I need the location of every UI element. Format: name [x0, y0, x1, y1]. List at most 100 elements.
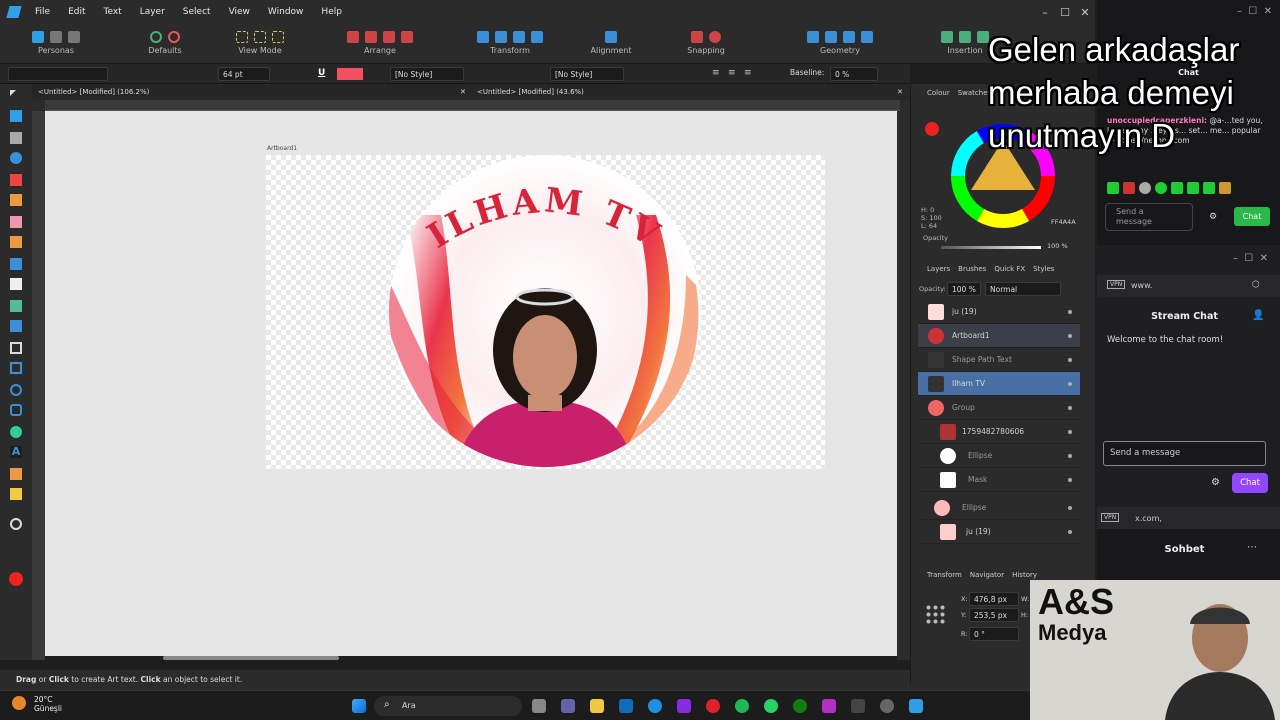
chat2-window-controls[interactable]: – ☐ ✕: [1097, 253, 1280, 264]
opera-icon[interactable]: [706, 699, 720, 713]
artboard-artwork[interactable]: ILHAM TV: [266, 155, 825, 469]
emote-icon[interactable]: [1203, 182, 1215, 194]
layer-row[interactable]: Ellipse: [918, 444, 1080, 468]
layer-opacity-field[interactable]: 100 %: [947, 282, 981, 296]
layer-visibility-icon[interactable]: [1068, 454, 1072, 458]
tab-document-2[interactable]: <Untitled> [Modified] (43.6%) ✕: [477, 84, 907, 100]
align-left-icon[interactable]: ≡: [712, 68, 720, 78]
blend-mode-select[interactable]: Normal: [985, 282, 1061, 296]
add-geometry-icon[interactable]: [807, 31, 819, 43]
weather-icon[interactable]: [12, 696, 26, 710]
designer-persona-icon[interactable]: [32, 31, 44, 43]
url-text[interactable]: www.: [1131, 281, 1152, 290]
menu-help[interactable]: Help: [312, 7, 351, 17]
zoom-tool-icon[interactable]: [10, 518, 22, 530]
divide-geometry-icon[interactable]: [861, 31, 873, 43]
url-text[interactable]: x.com,: [1135, 514, 1162, 523]
layer-visibility-icon[interactable]: [1068, 478, 1072, 482]
underline-icon[interactable]: U: [318, 68, 325, 78]
font-family-field[interactable]: [8, 67, 108, 81]
rectangle-tool-icon[interactable]: [10, 362, 22, 374]
emote-icon[interactable]: [1107, 182, 1119, 194]
tab-transform[interactable]: Transform: [927, 571, 962, 579]
mail-app-icon[interactable]: [677, 699, 691, 713]
snapping-group[interactable]: Snapping: [668, 28, 744, 55]
align-center-icon[interactable]: ≡: [728, 68, 736, 78]
task-view-icon[interactable]: [532, 699, 546, 713]
taskbar-search[interactable]: ⌕ Ara: [374, 696, 522, 716]
tab-layers[interactable]: Layers: [927, 265, 950, 273]
hex-value[interactable]: FF4A4A: [1051, 218, 1076, 226]
snipping-tool-icon[interactable]: [851, 699, 865, 713]
shapes-tool-icon[interactable]: [10, 426, 22, 438]
view-mode-normal-icon[interactable]: [236, 31, 248, 43]
fill-color-swatch[interactable]: [9, 572, 23, 586]
defaults-group[interactable]: Defaults: [140, 28, 190, 55]
whatsapp-icon[interactable]: [764, 699, 778, 713]
xbox-icon[interactable]: [793, 699, 807, 713]
layer-visibility-icon[interactable]: [1068, 310, 1072, 314]
rotation-field[interactable]: 0 °: [969, 627, 1019, 641]
rounded-rectangle-tool-icon[interactable]: [10, 404, 22, 416]
vpn-badge[interactable]: VPN: [1107, 280, 1126, 289]
move-to-back-icon[interactable]: [347, 31, 359, 43]
revert-defaults-icon[interactable]: [168, 31, 180, 43]
minimize-icon[interactable]: –: [1035, 6, 1055, 19]
color-picker-tool-icon[interactable]: [10, 468, 22, 480]
opacity-value[interactable]: 100 %: [1047, 242, 1068, 250]
insert-behind-icon[interactable]: [941, 31, 953, 43]
rotate-left-icon[interactable]: [513, 31, 525, 43]
gear-icon[interactable]: ⚙: [1211, 477, 1220, 488]
teams-icon[interactable]: [561, 699, 575, 713]
vpn-badge[interactable]: VPN: [1101, 513, 1120, 522]
move-to-front-icon[interactable]: [401, 31, 413, 43]
text-color-swatch[interactable]: [337, 68, 363, 80]
x-position-field[interactable]: 476,8 px: [969, 592, 1019, 606]
menu-file[interactable]: File: [26, 7, 59, 17]
ellipse-tool-icon[interactable]: [10, 384, 22, 396]
gear-icon[interactable]: ⚙: [1209, 212, 1217, 222]
horizontal-scrollbar[interactable]: [45, 656, 897, 660]
emote-icon[interactable]: [1123, 182, 1135, 194]
user-icon[interactable]: 👤: [1252, 310, 1264, 321]
snapping-icon[interactable]: [691, 31, 703, 43]
tab-quick-fx[interactable]: Quick FX: [994, 265, 1025, 273]
fill-tool-icon[interactable]: [10, 258, 22, 270]
menu-layer[interactable]: Layer: [131, 7, 174, 17]
corner-tool-icon[interactable]: [10, 174, 22, 186]
layer-row[interactable]: Group: [918, 396, 1080, 420]
crop-tool-icon[interactable]: [10, 342, 22, 354]
view-mode-clip-icon[interactable]: [254, 31, 266, 43]
edge-icon[interactable]: [648, 699, 662, 713]
layer-visibility-icon[interactable]: [1068, 334, 1072, 338]
tab-history[interactable]: History: [1012, 571, 1037, 579]
layer-row[interactable]: Ilham TV: [918, 372, 1080, 396]
tab-document-1[interactable]: <Untitled> [Modified] (106.2%) ✕: [38, 84, 466, 100]
gradient-tool-icon[interactable]: [10, 300, 22, 312]
character-style-field[interactable]: [No Style]: [390, 67, 464, 81]
layer-visibility-icon[interactable]: [1068, 430, 1072, 434]
layer-row[interactable]: 1759482780606: [918, 420, 1080, 444]
brush-tool-icon[interactable]: [10, 236, 22, 248]
more-options-icon[interactable]: ⋯: [1247, 542, 1257, 553]
tab-close-icon[interactable]: ✕: [460, 84, 466, 100]
layer-row[interactable]: ju (19): [918, 300, 1080, 324]
baseline-field[interactable]: 0 %: [830, 67, 878, 81]
insert-top-icon[interactable]: [959, 31, 971, 43]
layer-visibility-icon[interactable]: [1068, 406, 1072, 410]
alignment-icon[interactable]: [605, 31, 617, 43]
emote-icon[interactable]: [1219, 182, 1231, 194]
instagram-icon[interactable]: [822, 699, 836, 713]
align-right-icon[interactable]: ≡: [744, 68, 752, 78]
layer-visibility-icon[interactable]: [1068, 530, 1072, 534]
move-tool-icon[interactable]: [10, 90, 16, 96]
tab-brushes[interactable]: Brushes: [958, 265, 986, 273]
menu-view[interactable]: View: [220, 7, 259, 17]
tab-navigator[interactable]: Navigator: [970, 571, 1004, 579]
menu-window[interactable]: Window: [259, 7, 313, 17]
contour-tool-icon[interactable]: [10, 152, 22, 164]
layer-row[interactable]: Shape Path Text: [918, 348, 1080, 372]
file-explorer-icon[interactable]: [590, 699, 604, 713]
emote-icon[interactable]: [1171, 182, 1183, 194]
affinity-designer-icon[interactable]: [909, 699, 923, 713]
